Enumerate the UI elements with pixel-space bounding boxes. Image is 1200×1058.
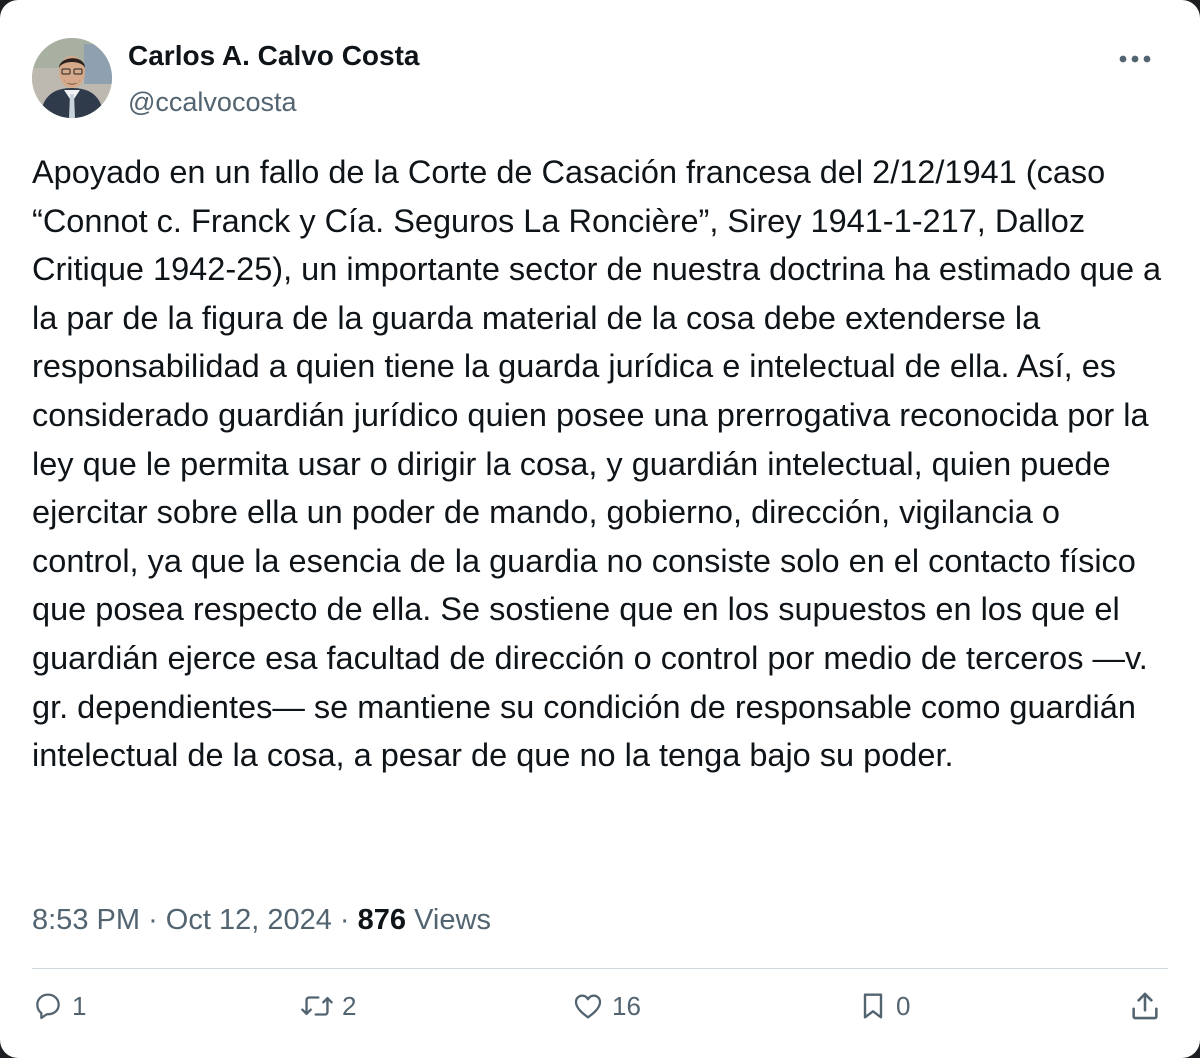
reply-count: 1 [72,990,87,1021]
repost-count: 2 [342,990,357,1021]
views-count: 876 [357,904,407,936]
meta-separator: · [148,904,158,936]
more-options-button[interactable] [1110,42,1160,78]
share-button[interactable] [1128,984,1162,1028]
author-name[interactable]: Carlos A. Calvo Costa [128,38,419,74]
bookmark-button[interactable]: 0 [858,984,910,1028]
share-icon [1128,989,1162,1023]
bookmark-count: 0 [896,990,911,1021]
post-time[interactable]: 8:53 PM [32,904,140,936]
meta-separator: · [339,904,350,936]
post-metadata: 8:53 PM · Oct 12, 2024 · 876 Views [32,900,491,940]
tweet-card: Carlos A. Calvo Costa @ccalvocosta Apoya… [0,0,1200,1058]
reply-icon [32,990,64,1022]
avatar[interactable] [32,38,112,118]
post-date[interactable]: Oct 12, 2024 [166,904,332,936]
like-count: 16 [612,990,641,1021]
author-handle[interactable]: @ccalvocosta [128,84,296,120]
repost-button[interactable]: 2 [300,984,356,1028]
repost-icon [300,990,334,1022]
bookmark-icon [858,990,888,1022]
divider [32,968,1168,969]
views-label: Views [414,904,491,936]
more-horizontal-icon [1118,51,1152,69]
reply-button[interactable]: 1 [32,984,86,1028]
heart-icon [572,990,604,1022]
post-text: Apoyado en un fallo de la Corte de Casac… [32,154,1162,774]
like-button[interactable]: 16 [572,984,641,1028]
